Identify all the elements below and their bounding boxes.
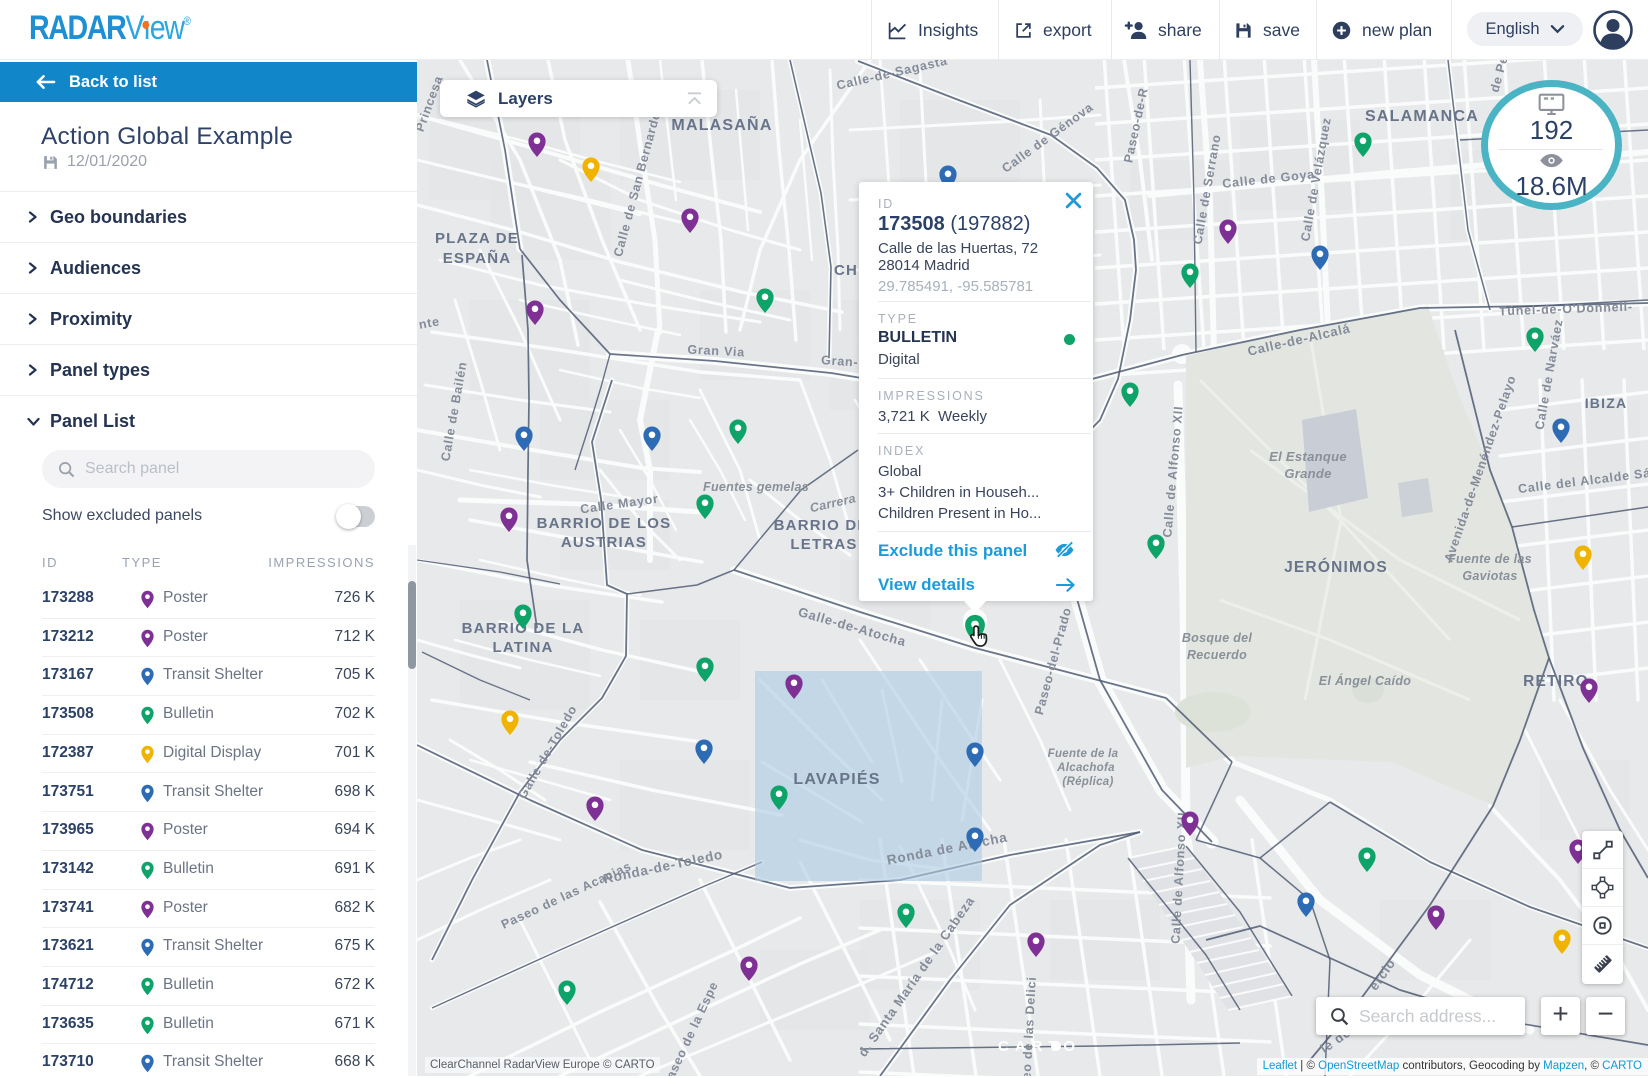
svg-text:El Estanque: El Estanque xyxy=(1269,449,1347,464)
svg-text:Fuentes gemelas: Fuentes gemelas xyxy=(703,480,809,494)
svg-text:LATINA: LATINA xyxy=(492,639,553,656)
svg-text:SALAMANCA: SALAMANCA xyxy=(1365,108,1479,125)
svg-text:Bosque del: Bosque del xyxy=(1182,631,1253,645)
svg-text:Recuerdo: Recuerdo xyxy=(1187,648,1247,662)
svg-text:Fuente de las: Fuente de las xyxy=(1448,552,1532,566)
svg-text:CH: CH xyxy=(834,262,858,279)
svg-text:CARTO: CARTO xyxy=(998,1038,1081,1055)
svg-text:LETRAS: LETRAS xyxy=(790,536,857,553)
svg-text:ESPAÑA: ESPAÑA xyxy=(443,249,512,267)
svg-text:AUSTRIAS: AUSTRIAS xyxy=(561,534,647,551)
svg-text:LAVAPIÉS: LAVAPIÉS xyxy=(793,769,880,788)
svg-text:El Ángel Caído: El Ángel Caído xyxy=(1319,673,1411,688)
svg-text:RETIRO: RETIRO xyxy=(1523,673,1589,690)
svg-text:(Réplica): (Réplica) xyxy=(1062,776,1113,788)
svg-text:Grande: Grande xyxy=(1284,466,1331,481)
svg-text:IBIZA: IBIZA xyxy=(1585,395,1628,411)
svg-text:Fuente de la: Fuente de la xyxy=(1048,748,1119,760)
svg-text:PLAZA DE: PLAZA DE xyxy=(435,230,519,247)
svg-text:MALASAÑA: MALASAÑA xyxy=(671,114,772,134)
svg-text:BARRIO DE LOS: BARRIO DE LOS xyxy=(537,515,672,532)
svg-text:Gaviotas: Gaviotas xyxy=(1462,569,1517,583)
svg-text:Alcachofa: Alcachofa xyxy=(1056,762,1115,774)
svg-text:JERÓNIMOS: JERÓNIMOS xyxy=(1284,558,1388,576)
